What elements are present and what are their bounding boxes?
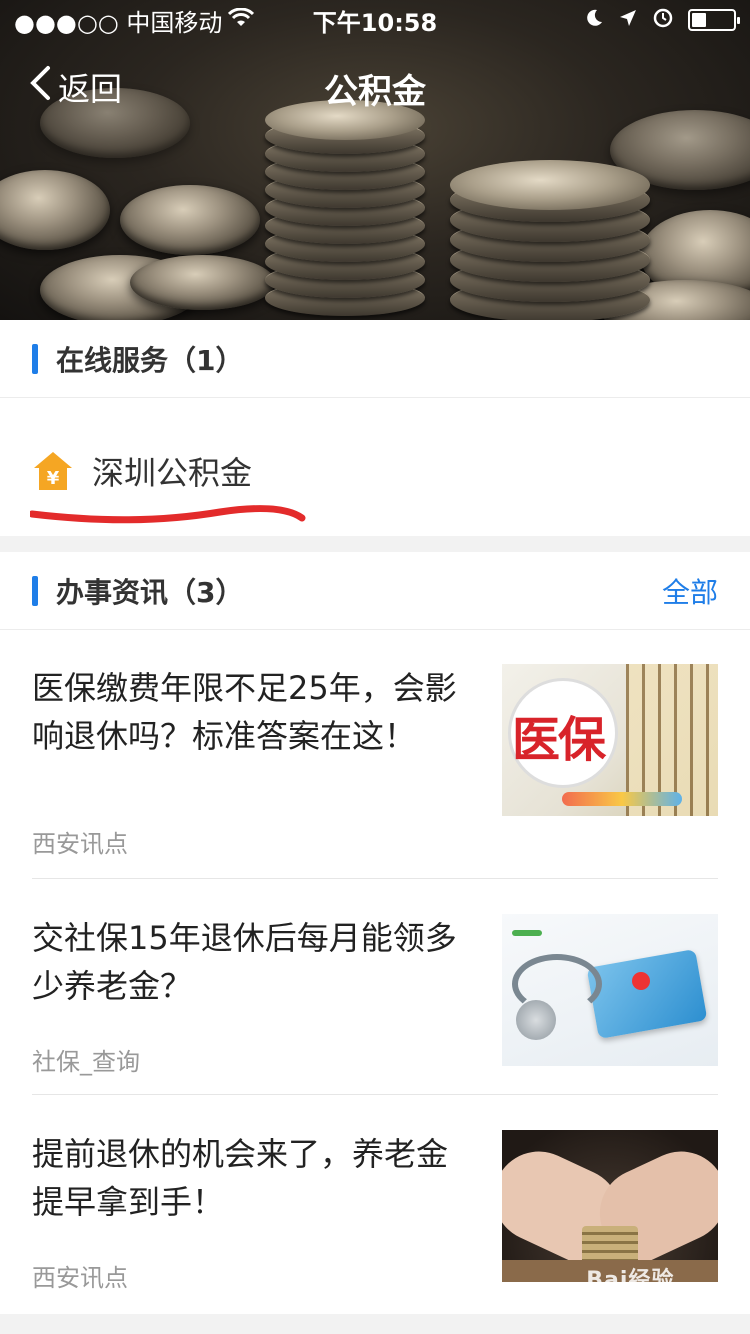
news-item[interactable]: 医保缴费年限不足25年，会影响退休吗？标准答案在这！ 西安讯点 医保	[32, 664, 718, 864]
news-source: 社保_查询	[32, 1048, 140, 1076]
battery-icon	[688, 9, 740, 31]
service-item-shenzhen-fund[interactable]: ¥ 深圳公积金	[32, 448, 252, 494]
coin-stack	[450, 160, 650, 320]
section-accent-bar	[32, 344, 38, 374]
bottom-spacer	[0, 1314, 750, 1334]
divider	[32, 1094, 718, 1095]
coin-decor	[130, 255, 275, 310]
header-banner: ●●●○○ 中国移动 下午10:58 返回 公积金	[0, 0, 750, 320]
service-label: 深圳公积金	[92, 454, 253, 492]
news-title: 医保缴费年限不足25年，会影响退休吗？标准答案在这！	[32, 669, 457, 755]
view-all-link[interactable]: 全部	[662, 571, 718, 611]
news-thumbnail	[502, 1130, 718, 1282]
status-time: 下午10:58	[312, 8, 438, 37]
news-source: 西安讯点	[32, 1264, 128, 1292]
back-button[interactable]: 返回	[28, 64, 122, 110]
back-label: 返回	[58, 70, 123, 108]
news-section: 办事资讯（3） 全部 医保缴费年限不足25年，会影响退休吗？标准答案在这！ 西安…	[0, 552, 750, 1314]
watermark-brand: Bai经验	[586, 1268, 675, 1293]
news-title: 提前退休的机会来了，养老金提早拿到手！	[32, 1135, 449, 1221]
house-yen-icon: ¥	[32, 450, 74, 492]
coin-stack	[265, 100, 425, 316]
online-services-section: 在线服务（1） ¥ 深圳公积金	[0, 320, 750, 536]
coin-decor	[0, 170, 110, 250]
chevron-left-icon	[28, 65, 52, 109]
section-title: 办事资讯（3）	[56, 575, 244, 609]
thumb-caption: 医保	[512, 712, 606, 768]
watermark-url: jingyan.baidu.com	[586, 1294, 714, 1308]
news-thumbnail	[502, 914, 718, 1066]
news-source: 西安讯点	[32, 830, 128, 858]
status-bar: ●●●○○ 中国移动 下午10:58	[0, 0, 750, 40]
section-accent-bar	[32, 576, 38, 606]
news-item[interactable]: 交社保15年退休后每月能领多少养老金？ 社保_查询	[32, 914, 718, 1084]
section-title: 在线服务（1）	[56, 343, 244, 377]
baidu-jingyan-watermark: Bai经验 jingyan.baidu.com	[586, 1262, 714, 1308]
section-header: 办事资讯（3） 全部	[0, 552, 750, 630]
svg-text:¥: ¥	[47, 468, 60, 489]
nav-bar: 返回 公积金	[0, 50, 750, 120]
divider	[32, 878, 718, 879]
news-thumbnail: 医保	[502, 664, 718, 816]
coin-decor	[120, 185, 260, 255]
red-underline-mark	[30, 505, 306, 524]
news-title: 交社保15年退休后每月能领多少养老金？	[32, 919, 457, 1005]
section-header: 在线服务（1）	[0, 320, 750, 398]
